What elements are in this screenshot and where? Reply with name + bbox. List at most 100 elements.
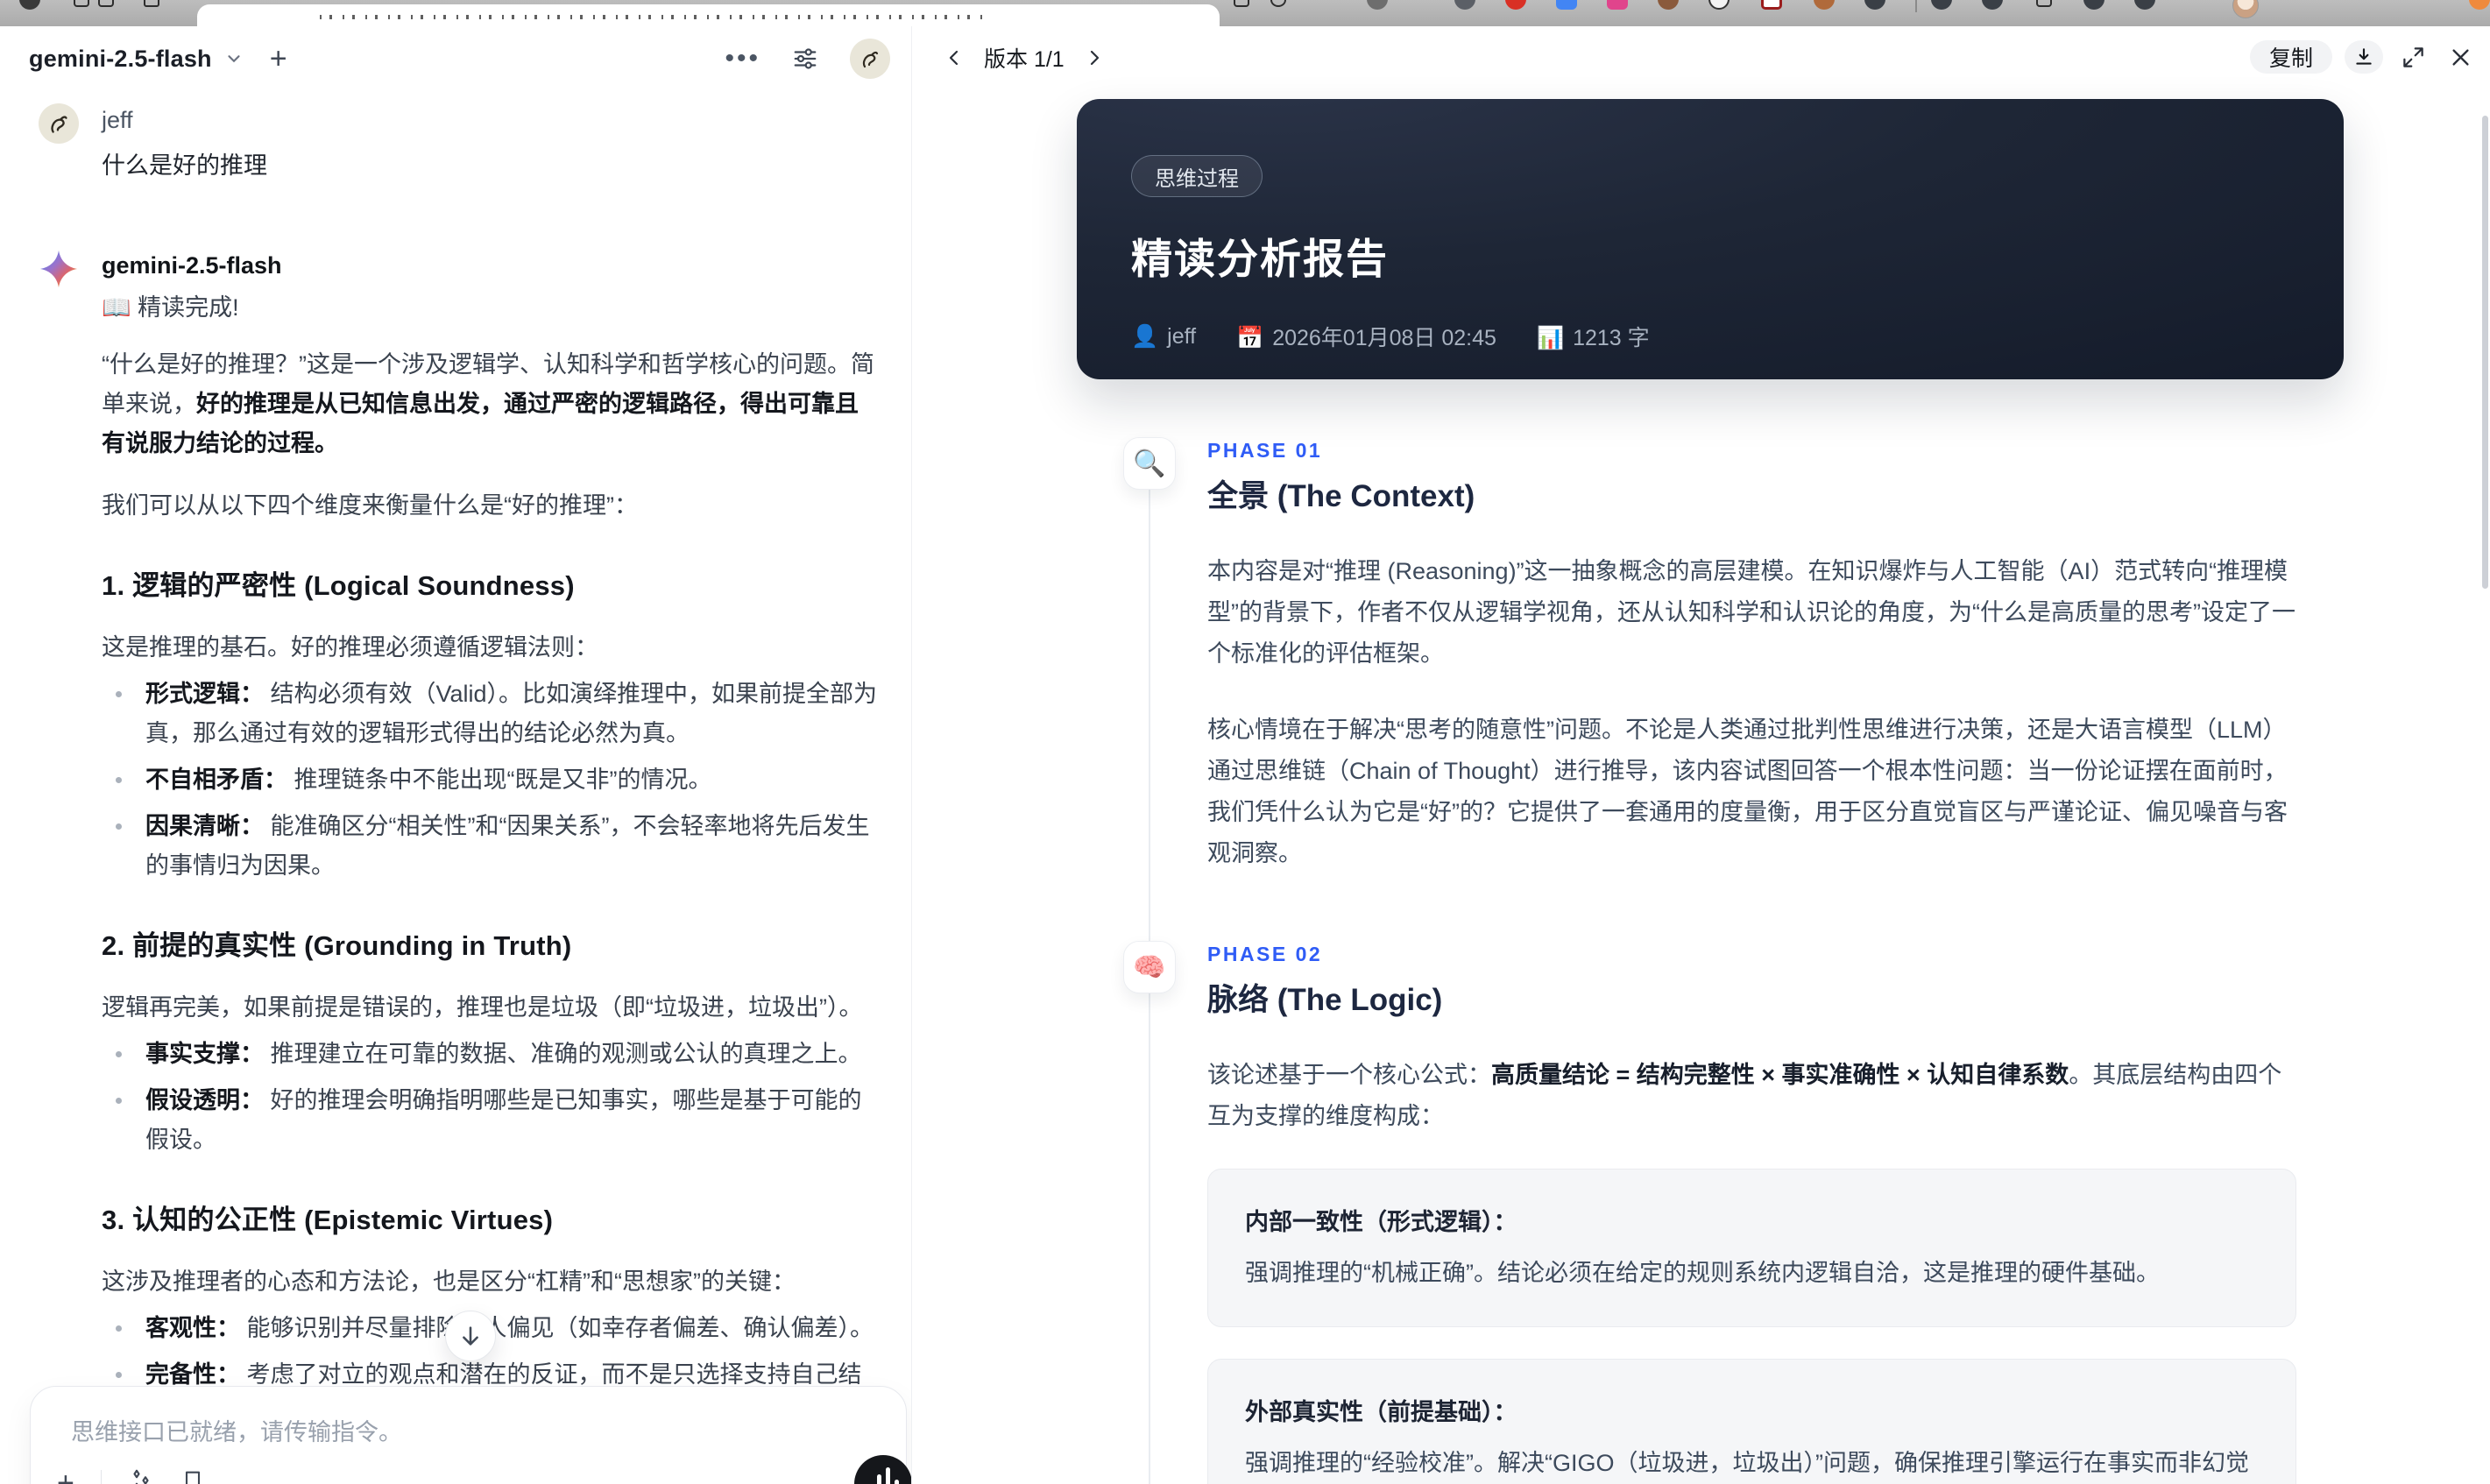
screen: gemini-2.5-flash + ••• jeff 什么是好的推理 gemi… bbox=[0, 0, 2490, 1484]
download-icon bbox=[2356, 48, 2372, 65]
composer-toolbar: + bbox=[57, 1467, 205, 1484]
phase-title: 全景 (The Context) bbox=[1207, 479, 1475, 513]
extension-icon[interactable] bbox=[1708, 0, 1730, 10]
tab-grid-icon[interactable] bbox=[98, 0, 114, 7]
bullet-list: 事实支撑： 推理建立在可靠的数据、准确的观测或公认的真理之上。 假设透明： 好的… bbox=[102, 1035, 881, 1160]
extension-icon[interactable] bbox=[1814, 0, 1835, 10]
phase-title: 脉络 (The Logic) bbox=[1207, 983, 1443, 1017]
attach-plus-icon[interactable]: + bbox=[57, 1468, 74, 1484]
sidebar-toggle-icon[interactable] bbox=[144, 0, 159, 7]
share-icon[interactable] bbox=[1234, 0, 1249, 7]
downloads-tray-icon[interactable] bbox=[2036, 0, 2052, 7]
extension-icon[interactable] bbox=[1864, 0, 1885, 10]
phase-label: PHASE 01 bbox=[1207, 439, 1323, 462]
tune-sliders-icon[interactable] bbox=[792, 46, 818, 72]
person-icon: 👤 bbox=[1131, 323, 1159, 349]
preview-toolbar: 版本 1/1 复制 bbox=[912, 26, 2490, 93]
download-button[interactable] bbox=[2345, 40, 2383, 74]
expand-icon bbox=[2402, 46, 2423, 67]
fullscreen-button[interactable] bbox=[2395, 46, 2430, 69]
bookmark-icon[interactable] bbox=[180, 1468, 205, 1484]
version-label: 版本 1/1 bbox=[984, 47, 1065, 72]
chat-header: gemini-2.5-flash + ••• bbox=[0, 26, 911, 91]
completion-status: 📖 精读完成! bbox=[102, 294, 239, 321]
toolbar-divider bbox=[100, 1469, 103, 1484]
date-meta: 📅 2026年01月08日 02:45 bbox=[1236, 326, 1496, 350]
phase-timeline: 🔍 PHASE 01 全景 (The Context) 本内容是对“推理 (Re… bbox=[1077, 437, 2344, 1484]
extension-icon[interactable] bbox=[1505, 0, 1526, 10]
message-author: gemini-2.5-flash bbox=[102, 252, 282, 279]
section-heading: 2. 前提的真实性 (Grounding in Truth) bbox=[102, 930, 572, 961]
user-avatar[interactable] bbox=[850, 39, 890, 79]
more-options-icon[interactable]: ••• bbox=[725, 46, 760, 72]
extension-icon[interactable] bbox=[1931, 0, 1952, 10]
composer-placeholder[interactable]: 思维接口已就绪，请传输指令。 bbox=[71, 1413, 402, 1447]
extension-icon[interactable] bbox=[1556, 0, 1577, 10]
author-meta: 👤 jeff bbox=[1131, 323, 1197, 349]
report-meta: 👤 jeff 📅 2026年01月08日 02:45 📊 1213 字 bbox=[1131, 321, 2289, 352]
phase-section-1: 🔍 PHASE 01 全景 (The Context) 本内容是对“推理 (Re… bbox=[1077, 437, 2344, 874]
next-version-icon[interactable] bbox=[1084, 47, 1105, 68]
list-item: 因果清晰： 能准确区分“相关性”和“因果关系”，不会轻率地将先后发生的事情归为因… bbox=[102, 807, 881, 886]
list-item: 事实支撑： 推理建立在可靠的数据、准确的观测或公认的真理之上。 bbox=[102, 1035, 881, 1074]
section-heading: 1. 逻辑的严密性 (Logical Soundness) bbox=[102, 570, 575, 601]
user-message: jeff 什么是好的推理 bbox=[39, 103, 883, 186]
section-lead: 这是推理的基石。好的推理必须遵循逻辑法则： bbox=[102, 634, 598, 661]
brain-icon: 🧠 bbox=[1123, 941, 1176, 993]
chat-panel: gemini-2.5-flash + ••• jeff 什么是好的推理 gemi… bbox=[0, 26, 911, 1484]
reload-icon[interactable] bbox=[1270, 0, 1286, 7]
extension-icon[interactable] bbox=[1982, 0, 2003, 10]
assistant-response: “什么是好的推理？”这是一个涉及逻辑学、认知科学和哲学核心的问题。简单来说，好的… bbox=[102, 345, 881, 1484]
bullet-list: 形式逻辑： 结构必须有效（Valid）。比如演绎推理中，如果前提全部为真，那么通… bbox=[102, 675, 881, 886]
message-text: 什么是好的推理 bbox=[102, 152, 267, 179]
browser-tab[interactable] bbox=[197, 4, 1220, 26]
close-icon bbox=[2451, 48, 2469, 66]
list-item: 假设透明： 好的推理会明确指明哪些是已知事实，哪些是基于可能的假设。 bbox=[102, 1081, 881, 1160]
browser-profile-avatar[interactable] bbox=[2232, 0, 2259, 18]
extension-icon[interactable] bbox=[1367, 0, 1388, 10]
wordcount-meta: 📊 1213 字 bbox=[1536, 326, 1650, 350]
extension-icon[interactable] bbox=[2083, 0, 2104, 10]
scrollbar-thumb[interactable] bbox=[2482, 116, 2488, 589]
voice-input-button[interactable] bbox=[854, 1455, 911, 1484]
extension-icon[interactable] bbox=[2469, 0, 2490, 10]
report-hero-card: 思维过程 精读分析报告 👤 jeff 📅 2026年01月08日 02:45 📊 12… bbox=[1077, 99, 2344, 379]
chevron-down-icon[interactable] bbox=[224, 49, 244, 68]
close-button[interactable] bbox=[2443, 46, 2478, 69]
dimension-title: 外部真实性（前提基础）： bbox=[1245, 1399, 1517, 1425]
list-item: 形式逻辑： 结构必须有效（Valid）。比如演绎推理中，如果前提全部为真，那么通… bbox=[102, 675, 881, 753]
previous-version-icon[interactable] bbox=[944, 47, 965, 68]
report-title: 精读分析报告 bbox=[1131, 236, 1389, 282]
phase-paragraph: 该论述基于一个核心公式：高质量结论 = 结构完整性 × 事实准确性 × 认知自律… bbox=[1207, 1062, 2282, 1129]
sparkle-tools-icon[interactable] bbox=[128, 1467, 154, 1484]
composer[interactable]: 思维接口已就绪，请传输指令。 + bbox=[30, 1386, 911, 1484]
arrow-down-icon bbox=[463, 1326, 478, 1346]
browser-control-icon[interactable] bbox=[19, 0, 40, 10]
copy-button[interactable]: 复制 bbox=[2249, 40, 2332, 74]
extension-icon[interactable] bbox=[1658, 0, 1679, 10]
extension-icon[interactable] bbox=[1454, 0, 1475, 10]
intro-paragraph: “什么是好的推理？”这是一个涉及逻辑学、认知科学和哲学核心的问题。简单来说，好的… bbox=[102, 351, 874, 456]
extension-icon[interactable] bbox=[1761, 0, 1782, 10]
report-badge: 思维过程 bbox=[1131, 155, 1263, 197]
binoculars-icon[interactable] bbox=[2134, 0, 2155, 10]
chat-scroll-area[interactable]: jeff 什么是好的推理 gemini-2.5-flash 📖 精读完成! “什… bbox=[0, 91, 911, 1484]
phase-paragraph: 核心情境在于解决“思考的随意性”问题。不论是人类通过批判性思维进行决策，还是大语… bbox=[1207, 717, 2288, 866]
url-text-clipped bbox=[320, 15, 986, 19]
report-document: 思维过程 精读分析报告 👤 jeff 📅 2026年01月08日 02:45 📊 12… bbox=[1077, 99, 2344, 1484]
section-lead: 这涉及推理者的心态和方法论，也是区分“杠精”和“思想家”的关键： bbox=[102, 1268, 796, 1295]
phase-label: PHASE 02 bbox=[1207, 943, 1323, 965]
model-selector[interactable]: gemini-2.5-flash bbox=[29, 46, 212, 73]
assistant-message: gemini-2.5-flash 📖 精读完成! “什么是好的推理？”这是一个涉… bbox=[39, 249, 883, 1484]
dimension-body: 强调推理的“机械正确”。结论必须在给定的规则系统内逻辑自洽，这是推理的硬件基础。 bbox=[1245, 1260, 2160, 1286]
magnifier-icon: 🔍 bbox=[1123, 437, 1176, 490]
extension-icon[interactable] bbox=[1607, 0, 1628, 10]
dimension-card: 外部真实性（前提基础）： 强调推理的“经验校准”。解决“GIGO（垃圾进，垃圾出… bbox=[1207, 1359, 2296, 1484]
new-chat-button[interactable]: + bbox=[270, 44, 287, 74]
calendar-icon: 📅 bbox=[1236, 326, 1264, 350]
scroll-to-bottom-button[interactable] bbox=[445, 1311, 496, 1361]
preview-panel: 版本 1/1 复制 思维过程 精读分析报告 👤 jeff 📅 2026年01月0… bbox=[911, 26, 2490, 1484]
tab-grid-icon[interactable] bbox=[74, 0, 89, 7]
phase-paragraph: 本内容是对“推理 (Reasoning)”这一抽象概念的高层建模。在知识爆炸与人… bbox=[1207, 558, 2295, 667]
dimension-card: 内部一致性（形式逻辑）： 强调推理的“机械正确”。结论必须在给定的规则系统内逻辑… bbox=[1207, 1169, 2296, 1327]
